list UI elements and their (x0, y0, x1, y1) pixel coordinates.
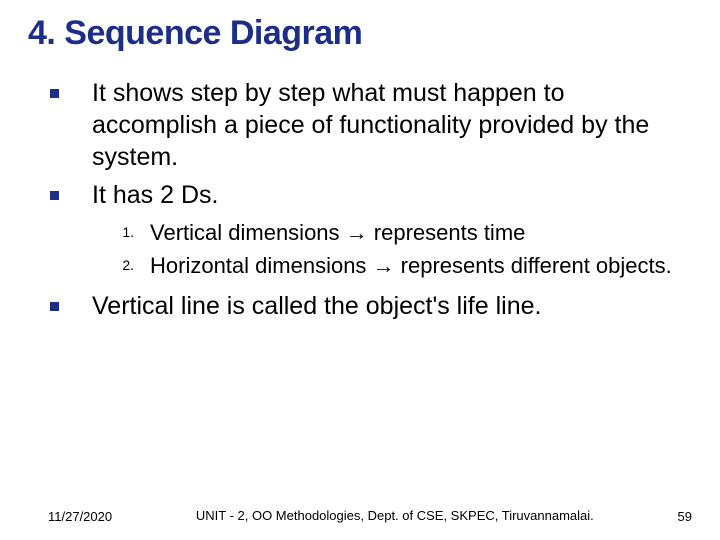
list-text: represents time (368, 220, 526, 245)
bullet-item: It has 2 Ds. (36, 179, 692, 211)
numbered-item: 2. Horizontal dimensions → represents di… (104, 252, 692, 281)
arrow-icon: → (373, 253, 395, 278)
list-number: 1. (104, 223, 134, 241)
slide-title: 4. Sequence Diagram (28, 14, 692, 53)
list-text: Horizontal dimensions (150, 253, 373, 278)
list-text: represents different objects. (395, 253, 672, 278)
list-text: Vertical dimensions (150, 220, 346, 245)
arrow-icon: → (346, 220, 368, 245)
numbered-list: 1. Vertical dimensions → represents time… (104, 219, 692, 280)
footer-center: UNIT - 2, OO Methodologies, Dept. of CSE… (112, 508, 677, 524)
numbered-item: 1. Vertical dimensions → represents time (104, 219, 692, 248)
list-number: 2. (104, 256, 134, 274)
slide-footer: 11/27/2020 UNIT - 2, OO Methodologies, D… (0, 508, 720, 524)
bullet-item: Vertical line is called the object's lif… (36, 290, 692, 322)
bullet-item: It shows step by step what must happen t… (36, 77, 692, 173)
footer-page-number: 59 (678, 509, 692, 524)
main-bullet-list: It shows step by step what must happen t… (36, 77, 692, 211)
footer-date: 11/27/2020 (48, 509, 112, 524)
main-bullet-list-2: Vertical line is called the object's lif… (36, 290, 692, 322)
